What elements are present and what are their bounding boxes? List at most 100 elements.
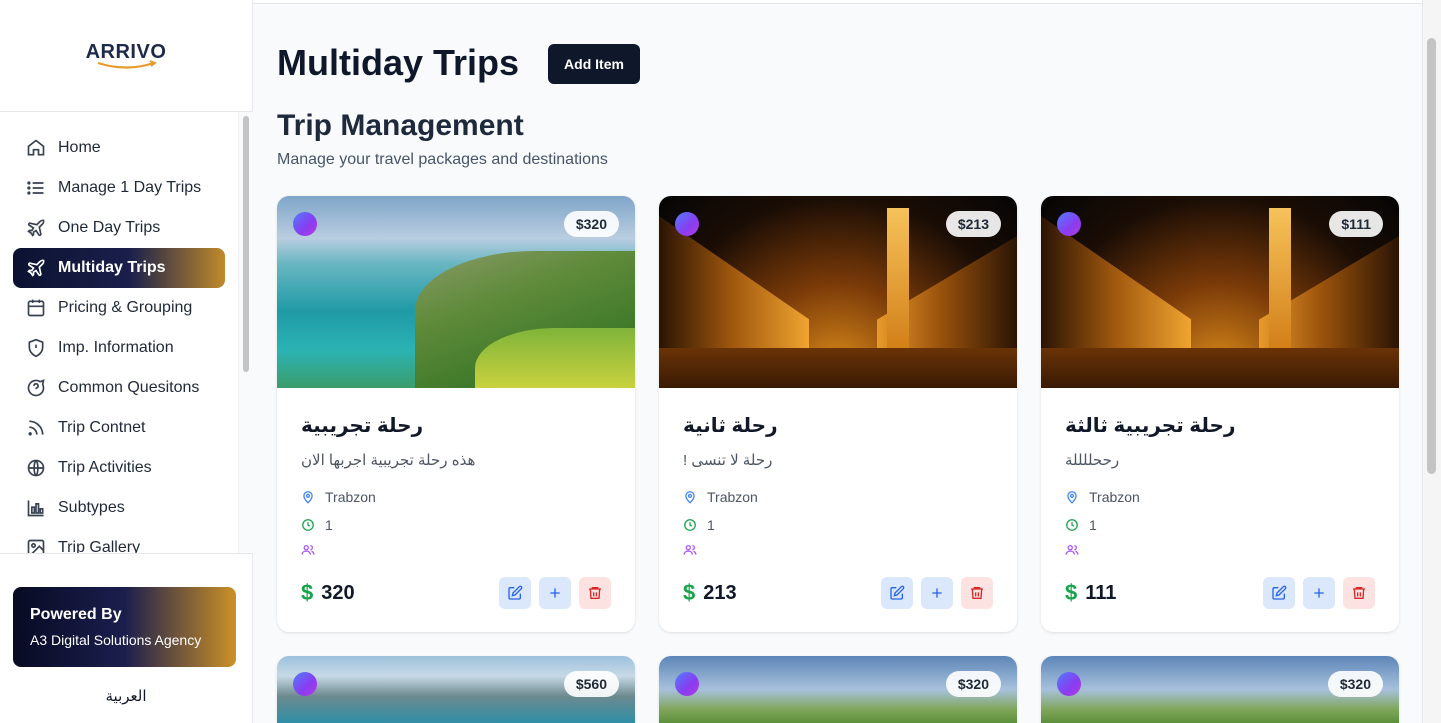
price-badge: $560 — [563, 671, 619, 697]
location-text: Trabzon — [1089, 489, 1140, 505]
main-scrollbar[interactable] — [1422, 0, 1441, 723]
delete-button[interactable] — [961, 577, 993, 609]
edit-button[interactable] — [881, 577, 913, 609]
trip-card-image: $320 — [1041, 656, 1399, 723]
calendar-icon — [26, 298, 46, 318]
sidebar-item-common-questions[interactable]: Common Quesitons — [13, 368, 225, 408]
price-badge: $320 — [563, 211, 619, 237]
trip-card-image: $213 — [659, 196, 1017, 388]
trip-price: $ 111 — [1065, 580, 1116, 606]
plane-icon — [26, 258, 46, 278]
trip-card[interactable]: $320 — [659, 656, 1017, 723]
sidebar-item-home[interactable]: Home — [13, 128, 225, 168]
users-icon — [301, 544, 315, 555]
map-pin-icon — [303, 491, 313, 504]
gradient-dot-icon — [293, 212, 317, 236]
trip-duration: 1 — [301, 517, 333, 533]
card-actions — [881, 577, 993, 609]
sidebar-item-label: Subtypes — [58, 499, 125, 516]
sidebar-scrollbar[interactable] — [238, 112, 253, 553]
clock-icon — [684, 519, 696, 531]
sidebar-item-trip-activities[interactable]: Trip Activities — [13, 448, 225, 488]
edit-icon — [1272, 585, 1287, 600]
powered-by-title: Powered By — [30, 606, 122, 623]
add-button[interactable] — [539, 577, 571, 609]
plus-icon — [932, 588, 942, 598]
plane-icon — [26, 218, 46, 238]
delete-button[interactable] — [1343, 577, 1375, 609]
sidebar-item-pricing-grouping[interactable]: Pricing & Grouping — [13, 288, 225, 328]
add-item-button[interactable]: Add Item — [548, 44, 640, 84]
edit-button[interactable] — [499, 577, 531, 609]
card-actions — [1263, 577, 1375, 609]
trip-card[interactable]: $111 رحلة تجريبية ثالثة رححللللة Trabzon… — [1041, 196, 1399, 632]
price-badge: $213 — [945, 211, 1001, 237]
price-badge: $320 — [1327, 671, 1383, 697]
trip-duration: 1 — [683, 517, 715, 533]
trip-title: رحلة تجريبية — [301, 415, 424, 437]
image-icon — [26, 538, 46, 553]
sidebar-item-manage-1-day-trips[interactable]: Manage 1 Day Trips — [13, 168, 225, 208]
logo[interactable]: ARRIVO — [0, 0, 252, 112]
sidebar-item-subtypes[interactable]: Subtypes — [13, 488, 225, 528]
sidebar-item-trip-content[interactable]: Trip Contnet — [13, 408, 225, 448]
duration-text: 1 — [325, 517, 333, 533]
sidebar-item-multiday-trips[interactable]: Multiday Trips — [13, 248, 225, 288]
rss-icon — [26, 418, 46, 438]
top-header — [253, 0, 1422, 4]
users-icon — [683, 544, 697, 555]
trip-card-image: $111 — [1041, 196, 1399, 388]
trip-card-body: رحلة ثانية رحلة لا تنسى ! Trabzon 1 $ 21… — [659, 388, 1017, 632]
add-button[interactable] — [1303, 577, 1335, 609]
home-icon — [26, 138, 46, 158]
price-value: 213 — [703, 581, 737, 604]
map-pin-icon — [1067, 491, 1077, 504]
add-button[interactable] — [921, 577, 953, 609]
shield-icon — [26, 338, 46, 358]
main-scrollbar-thumb[interactable] — [1427, 38, 1436, 474]
sidebar-item-label: Pricing & Grouping — [58, 299, 193, 316]
map-pin-icon — [685, 491, 695, 504]
price-value: 111 — [1085, 581, 1117, 604]
price-badge: $111 — [1329, 211, 1383, 237]
sidebar-item-label: Trip Contnet — [58, 419, 146, 436]
trip-description: رحلة لا تنسى ! — [683, 452, 773, 469]
gradient-dot-icon — [675, 672, 699, 696]
language-toggle[interactable]: العربية — [0, 687, 252, 705]
trip-card[interactable]: $320 — [1041, 656, 1399, 723]
section-title: Trip Management — [277, 109, 524, 142]
trash-icon — [1353, 587, 1365, 599]
bar-chart-icon — [26, 498, 46, 518]
plus-icon — [550, 588, 560, 598]
trip-card[interactable]: $560 — [277, 656, 635, 723]
trip-title: رحلة ثانية — [683, 415, 778, 437]
sidebar-scrollbar-thumb[interactable] — [243, 116, 249, 372]
duration-text: 1 — [707, 517, 715, 533]
powered-by-card[interactable]: Powered By A3 Digital Solutions Agency — [13, 587, 236, 667]
edit-button[interactable] — [1263, 577, 1295, 609]
trip-title: رحلة تجريبية ثالثة — [1065, 415, 1236, 437]
trip-card-image: $320 — [277, 196, 635, 388]
sidebar-nav: Home Manage 1 Day Trips One Day Trips Mu… — [0, 112, 238, 553]
sidebar-item-trip-gallery[interactable]: Trip Gallery — [13, 528, 225, 553]
trip-price: $ 320 — [301, 580, 355, 606]
sidebar-item-label: Trip Activities — [58, 459, 152, 476]
list-icon — [26, 178, 46, 198]
trip-group — [301, 543, 325, 557]
sidebar-item-label: Common Quesitons — [58, 379, 200, 396]
location-text: Trabzon — [325, 489, 376, 505]
sidebar-item-label: Multiday Trips — [58, 259, 166, 276]
trip-duration: 1 — [1065, 517, 1097, 533]
trip-card[interactable]: $213 رحلة ثانية رحلة لا تنسى ! Trabzon 1… — [659, 196, 1017, 632]
delete-button[interactable] — [579, 577, 611, 609]
question-bubble-icon — [26, 378, 46, 398]
sidebar-item-imp-information[interactable]: Imp. Information — [13, 328, 225, 368]
sidebar-item-label: Manage 1 Day Trips — [58, 179, 202, 196]
trip-card[interactable]: $320 رحلة تجريبية هذه رحلة تجريبية اجربه… — [277, 196, 635, 632]
trip-location: Trabzon — [1065, 489, 1140, 505]
clock-icon — [302, 519, 314, 531]
gradient-dot-icon — [293, 672, 317, 696]
sidebar-item-one-day-trips[interactable]: One Day Trips — [13, 208, 225, 248]
trash-icon — [589, 587, 601, 599]
trip-location: Trabzon — [683, 489, 758, 505]
